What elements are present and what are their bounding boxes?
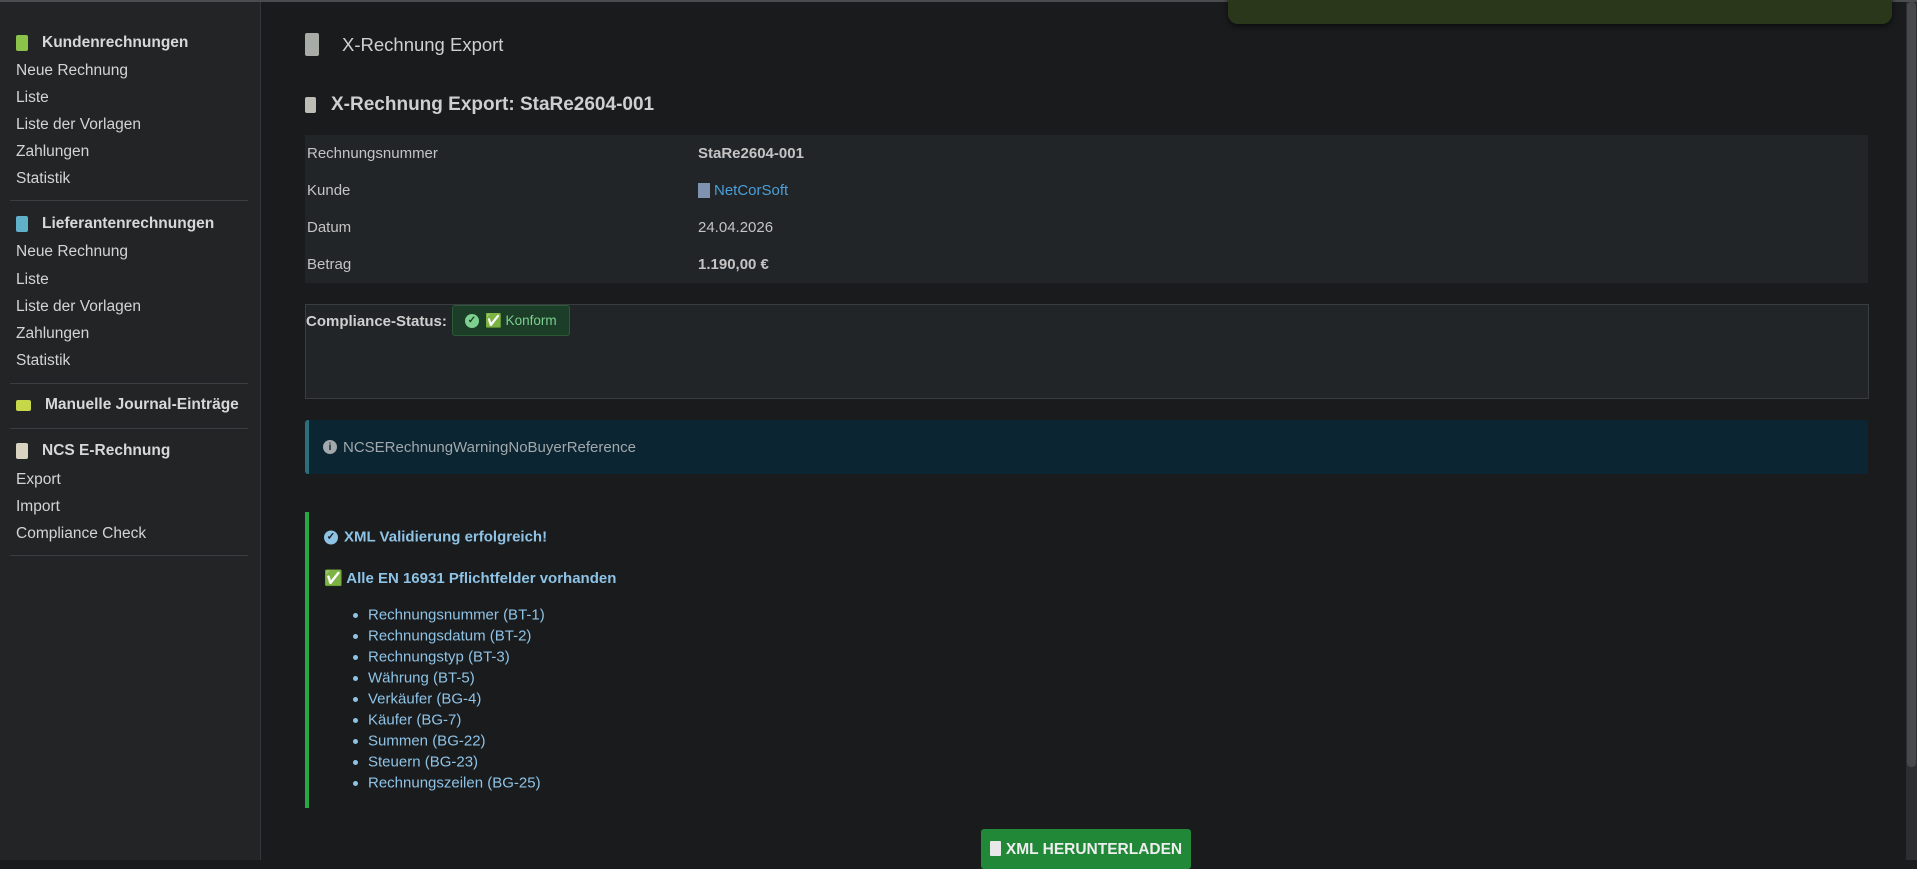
invoice-dollar-icon: [16, 35, 28, 51]
scrollbar-thumb[interactable]: [1907, 2, 1916, 767]
check-circle-icon: ✓: [465, 313, 479, 328]
table-row: Datum 24.04.2026: [305, 209, 1868, 246]
sidebar-item-zahlungen[interactable]: Zahlungen: [16, 143, 89, 161]
validation-title-text: XML Validierung erfolgreich!: [344, 528, 548, 546]
section-title: NCS E-Rechnung: [42, 442, 171, 459]
table-row: Rechnungsnummer StaRe2604-001: [305, 135, 1868, 172]
divider: [10, 200, 248, 201]
list-item: Steuern (BG-23): [368, 753, 479, 771]
button-label: XML HERUNTERLADEN: [1005, 841, 1183, 858]
row-label: Betrag: [307, 256, 352, 273]
sidebar-item-vorlagen[interactable]: Liste der Vorlagen: [16, 298, 141, 316]
row-label: Datum: [307, 219, 352, 236]
list-item: Summen (BG-22): [368, 732, 486, 750]
section-title: Kundenrechnungen: [42, 34, 189, 51]
list-item: Rechnungszeilen (BG-25): [368, 774, 541, 792]
info-icon: i: [323, 440, 337, 454]
list-item: Rechnungstyp (BT-3): [368, 648, 510, 666]
divider: [10, 555, 248, 556]
download-xml-button[interactable]: XML HERUNTERLADEN: [981, 829, 1191, 869]
sidebar-item-compliance-check[interactable]: Compliance Check: [16, 525, 146, 543]
sidebar-item-export[interactable]: Export: [16, 471, 61, 489]
building-icon: [698, 183, 710, 198]
sidebar-item-statistik[interactable]: Statistik: [16, 352, 70, 370]
sidebar-section-journal[interactable]: Manuelle Journal-Einträge: [16, 396, 239, 414]
validation-subtitle: ✅ Alle EN 16931 Pflichtfelder vorhanden: [324, 570, 617, 587]
invoice-dollar-icon: [16, 216, 28, 232]
invoice-amount: 1.190,00 €: [698, 256, 769, 273]
invoice-details-table: Rechnungsnummer StaRe2604-001 Kunde NetCor…: [305, 135, 1868, 283]
sidebar-item-neue-rechnung[interactable]: Neue Rechnung: [16, 62, 128, 80]
sidebar-item-zahlungen[interactable]: Zahlungen: [16, 325, 89, 343]
table-row: Kunde NetCorSoft: [305, 172, 1868, 209]
sidebar-item-import[interactable]: Import: [16, 498, 60, 516]
row-label: Kunde: [307, 182, 351, 199]
invoice-number: StaRe2604-001: [698, 145, 804, 162]
sidebar-item-statistik[interactable]: Statistik: [16, 170, 70, 188]
divider: [10, 383, 248, 384]
sidebar-item-liste[interactable]: Liste: [16, 89, 49, 107]
notification-toast: [1228, 0, 1892, 24]
journal-icon: [16, 399, 31, 411]
warning-alert: i NCSERechnungWarningNoBuyerReference: [305, 420, 1868, 474]
scrollbar[interactable]: [1906, 2, 1917, 860]
sidebar-item-neue-rechnung[interactable]: Neue Rechnung: [16, 243, 128, 261]
validation-result: ✓ XML Validierung erfolgreich! ✅ Alle EN …: [305, 512, 1705, 808]
list-item: Währung (BT-5): [368, 669, 475, 687]
section-title: Lieferantenrechnungen: [42, 215, 215, 232]
page-title: X-Rechnung Export: [342, 34, 504, 55]
file-download-icon: [989, 841, 1001, 856]
file-text-icon: [305, 97, 316, 113]
check-circle-icon: ✓: [324, 530, 338, 544]
file-text-icon: [16, 443, 28, 459]
table-row: Betrag 1.190,00 €: [305, 246, 1868, 283]
row-label: Rechnungsnummer: [307, 145, 438, 162]
compliance-panel: Compliance-Status: ✓ ✅ Konform: [305, 304, 1869, 399]
customer-name: NetCorSoft: [714, 182, 789, 199]
list-item: Rechnungsnummer (BT-1): [368, 606, 545, 624]
compliance-status-badge: ✓ ✅ Konform: [452, 305, 570, 336]
validation-title: ✓ XML Validierung erfolgreich!: [324, 529, 547, 546]
sidebar: Kundenrechnungen Neue Rechnung Liste Lis…: [0, 2, 261, 860]
section-title: Manuelle Journal-Einträge: [45, 396, 239, 413]
compliance-label: Compliance-Status:: [306, 313, 447, 330]
sidebar-section-kundenrechnungen[interactable]: Kundenrechnungen: [16, 34, 188, 52]
sidebar-item-liste[interactable]: Liste: [16, 271, 49, 289]
sidebar-section-lieferantenrechnungen[interactable]: Lieferantenrechnungen: [16, 215, 214, 233]
invoice-date: 24.04.2026: [698, 219, 774, 236]
page-heading: X-Rechnung Export: StaRe2604-001: [331, 94, 655, 115]
badge-text: ✅ Konform: [485, 312, 557, 328]
sidebar-item-vorlagen[interactable]: Liste der Vorlagen: [16, 116, 141, 134]
list-item: Verkäufer (BG-4): [368, 690, 482, 708]
list-item: Käufer (BG-7): [368, 711, 462, 729]
divider: [10, 428, 248, 429]
sidebar-section-ncs-erechnung[interactable]: NCS E-Rechnung: [16, 442, 170, 460]
invoice-dollar-icon: [305, 33, 319, 56]
customer-link[interactable]: NetCorSoft: [698, 182, 788, 199]
list-item: Rechnungsdatum (BT-2): [368, 627, 532, 645]
warning-text: NCSERechnungWarningNoBuyerReference: [343, 438, 636, 456]
